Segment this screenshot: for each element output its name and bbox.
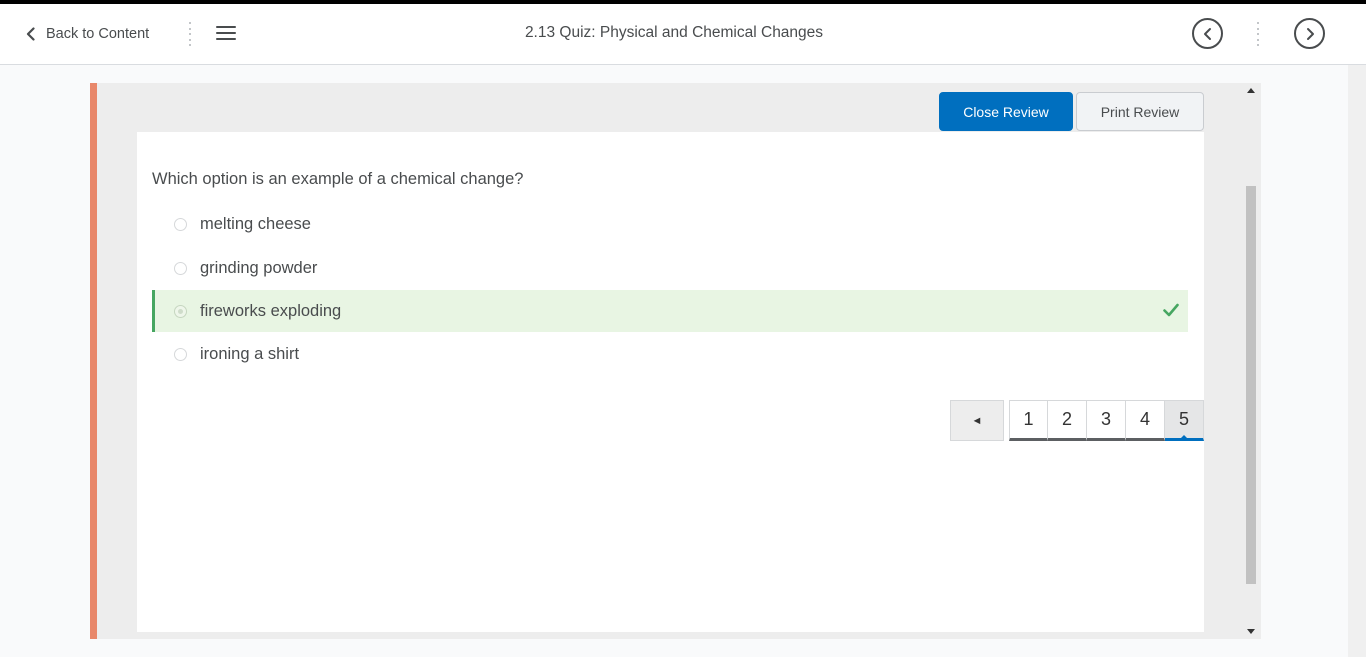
radio-button[interactable] [174, 348, 187, 361]
page-button-1[interactable]: 1 [1009, 400, 1048, 441]
pagination-prev-button[interactable]: ◄ [950, 400, 1004, 441]
answer-option-correct[interactable]: fireworks exploding [152, 290, 1188, 332]
answer-option[interactable]: grinding powder [152, 247, 1188, 289]
circle-chevron-left-icon [1203, 27, 1211, 40]
page-button-5-current[interactable]: 5 [1165, 400, 1204, 441]
vertical-divider-dots [1256, 22, 1260, 46]
inner-scrollbar[interactable] [1244, 88, 1257, 638]
answer-option[interactable]: melting cheese [152, 203, 1188, 245]
answer-option[interactable]: ironing a shirt [152, 333, 1188, 375]
quiz-review-frame: Close Review Print Review Which option i… [90, 83, 1261, 639]
answer-option-label: melting cheese [200, 214, 311, 233]
previous-topic-button[interactable] [1192, 18, 1223, 49]
question-card: Which option is an example of a chemical… [137, 132, 1204, 632]
pagination: 1 2 3 4 5 [1009, 400, 1204, 441]
chevron-left-icon [26, 27, 35, 41]
answer-option-label: grinding powder [200, 258, 318, 277]
radio-button[interactable] [174, 262, 187, 275]
answer-option-label: fireworks exploding [200, 301, 342, 320]
vertical-divider-dots [188, 22, 192, 46]
checkmark-icon [1163, 303, 1179, 317]
top-navbar: Back to Content 2.13 Quiz: Physical and … [0, 4, 1366, 65]
scrollbar-thumb[interactable] [1246, 186, 1256, 584]
page-button-3[interactable]: 3 [1087, 400, 1126, 441]
next-topic-button[interactable] [1294, 18, 1325, 49]
page-scrollbar[interactable] [1348, 65, 1366, 657]
close-review-button[interactable]: Close Review [939, 92, 1073, 131]
page-button-4[interactable]: 4 [1126, 400, 1165, 441]
question-text: Which option is an example of a chemical… [152, 170, 524, 188]
radio-button[interactable] [174, 218, 187, 231]
print-review-button[interactable]: Print Review [1076, 92, 1204, 131]
back-to-content-link[interactable]: Back to Content [24, 24, 149, 44]
page-button-2[interactable]: 2 [1048, 400, 1087, 441]
back-to-content-label: Back to Content [46, 26, 150, 42]
frame-accent-bar [90, 83, 97, 639]
radio-button-selected[interactable] [174, 305, 187, 318]
scroll-down-arrow-icon[interactable] [1247, 629, 1255, 634]
page-title: 2.13 Quiz: Physical and Chemical Changes [524, 24, 824, 41]
scroll-up-arrow-icon[interactable] [1247, 88, 1255, 93]
circle-chevron-right-icon [1306, 27, 1314, 40]
answer-option-label: ironing a shirt [200, 344, 300, 363]
hamburger-menu-icon[interactable] [216, 26, 236, 42]
